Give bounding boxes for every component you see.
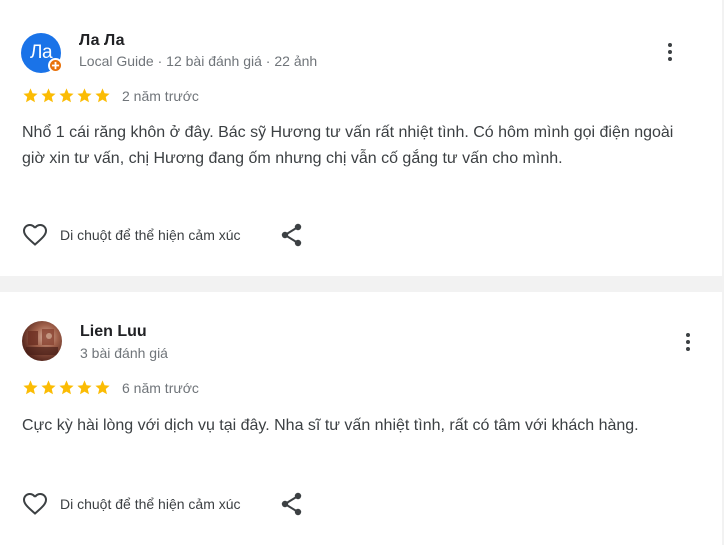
rating-row: 6 năm trước (22, 379, 199, 396)
review-date: 6 năm trước (122, 379, 199, 396)
avatar-photo (22, 321, 62, 361)
star-icon (77, 88, 92, 103)
star-icon (95, 380, 110, 395)
review-text: Cực kỳ hài lòng với dịch vụ tại đây. Nha… (22, 417, 639, 434)
share-icon[interactable] (281, 492, 303, 516)
review-date: 2 năm trước (122, 87, 199, 104)
review-card: Lien Luu 3 bài đánh giá 6 năm trước Cực … (0, 292, 722, 545)
reaction-row: Di chuột để thể hiện cảm xúc (22, 223, 303, 247)
star-icon (41, 380, 56, 395)
star-icon (59, 88, 74, 103)
heart-outline-icon[interactable] (22, 223, 48, 247)
rating-row: 2 năm trước (22, 87, 199, 104)
more-vert-icon (686, 333, 690, 337)
review-text: Nhổ 1 cái răng khôn ở đây. Bác sỹ Hương … (22, 124, 674, 167)
review-card: Ла Ла Ла Local Guide · 12 bài đánh giá ·… (0, 0, 722, 276)
reaction-row: Di chuột để thể hiện cảm xúc (22, 492, 303, 516)
heart-outline-icon[interactable] (22, 492, 48, 516)
more-options-button[interactable] (658, 40, 682, 64)
reaction-label[interactable]: Di chuột để thể hiện cảm xúc (60, 227, 241, 243)
star-icon (77, 380, 92, 395)
author-meta: Local Guide · 12 bài đánh giá · 22 ảnh (79, 53, 318, 69)
star-rating (22, 379, 112, 396)
more-vert-icon (668, 43, 672, 47)
star-icon (23, 380, 38, 395)
reaction-label[interactable]: Di chuột để thể hiện cảm xúc (60, 496, 241, 512)
avatar[interactable]: Ла (21, 33, 63, 73)
author-meta: 3 bài đánh giá (80, 345, 168, 361)
star-icon (41, 88, 56, 103)
star-icon (59, 380, 74, 395)
more-options-button[interactable] (676, 330, 700, 354)
author-name[interactable]: Ла Ла (79, 32, 125, 50)
local-guide-badge-icon (48, 58, 63, 73)
share-icon[interactable] (281, 223, 303, 247)
author-name[interactable]: Lien Luu (80, 323, 147, 341)
star-rating (22, 87, 112, 104)
star-icon (95, 88, 110, 103)
star-icon (23, 88, 38, 103)
avatar[interactable] (22, 321, 62, 361)
